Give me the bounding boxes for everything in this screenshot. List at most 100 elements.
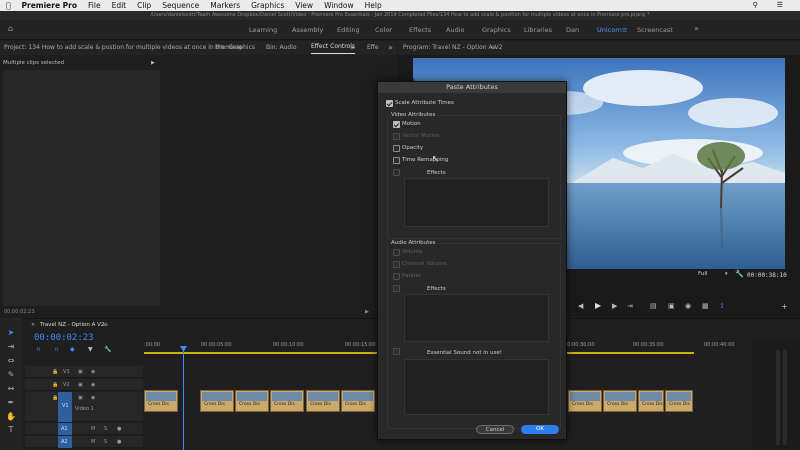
hand-icon[interactable]: ✋ bbox=[6, 412, 16, 422]
wrench-icon[interactable]: 🔧 bbox=[735, 270, 744, 278]
list-icon[interactable]: ☰ bbox=[777, 1, 783, 9]
motion-checkbox[interactable] bbox=[393, 121, 400, 128]
track-select-icon[interactable]: ⇥ bbox=[6, 342, 16, 352]
nest-icon[interactable]: ∩ bbox=[36, 346, 40, 353]
menu-window[interactable]: Window bbox=[324, 1, 354, 10]
lock-icon[interactable]: 🔒 bbox=[52, 382, 58, 388]
track-label-v1[interactable]: V1 bbox=[62, 403, 69, 409]
zoom-select[interactable]: Full bbox=[698, 271, 707, 277]
type-tool-icon[interactable]: T bbox=[6, 425, 16, 435]
audio-effects-list[interactable] bbox=[404, 294, 549, 342]
snap-icon[interactable]: ∩ bbox=[54, 346, 58, 353]
solo-button[interactable]: S bbox=[104, 439, 107, 445]
tab-project[interactable]: Project: 134 How to add scale & postion … bbox=[4, 41, 242, 55]
compare-icon[interactable]: ▦ bbox=[702, 302, 709, 310]
menu-markers[interactable]: Markers bbox=[210, 1, 240, 10]
panel-menu-icon[interactable]: ≡ bbox=[350, 41, 355, 55]
ec-nav-icon[interactable]: ▶ bbox=[365, 309, 369, 315]
home-icon[interactable]: ⌂ bbox=[8, 24, 13, 33]
sequence-menu-icon[interactable]: ≡ bbox=[103, 321, 108, 328]
lift-icon[interactable]: ▤ bbox=[650, 302, 657, 310]
effect-controls-timecode[interactable]: 00:00:02:23 bbox=[4, 309, 35, 315]
workspace-graphics[interactable]: Graphics bbox=[482, 26, 511, 34]
sequence-tab[interactable]: Travel NZ - Option A V2 bbox=[40, 322, 104, 328]
essential-sound-list[interactable] bbox=[404, 359, 549, 415]
tab-bin-audio[interactable]: Bin: Audio bbox=[266, 41, 297, 55]
lock-icon[interactable]: 🔒 bbox=[52, 395, 58, 401]
workspace-unicorn[interactable]: Unicorn bbox=[597, 26, 622, 34]
search-icon[interactable]: ⚲ bbox=[753, 1, 758, 9]
mic-icon[interactable]: ● bbox=[117, 426, 121, 432]
menu-sequence[interactable]: Sequence bbox=[162, 1, 199, 10]
go-to-out-icon[interactable]: ⇥ bbox=[627, 302, 633, 310]
menu-graphics[interactable]: Graphics bbox=[251, 1, 284, 10]
add-button-icon[interactable]: + bbox=[781, 302, 788, 311]
add-marker-icon[interactable]: ▼ bbox=[88, 346, 93, 353]
workspace-screencast[interactable]: Screencast bbox=[637, 26, 673, 34]
workspace-effects[interactable]: Effects bbox=[409, 26, 431, 34]
time-remapping-checkbox[interactable] bbox=[393, 157, 400, 164]
apple-icon[interactable]:  bbox=[6, 1, 11, 10]
track-label-v3[interactable]: V3 bbox=[63, 369, 70, 375]
mute-button[interactable]: M bbox=[91, 439, 95, 445]
export-frame-icon[interactable]: ⇧ bbox=[719, 302, 725, 310]
ripple-edit-icon[interactable]: ⇔ bbox=[6, 356, 16, 366]
expand-arrow-icon[interactable]: ▶ bbox=[151, 60, 155, 66]
workspace-color[interactable]: Color bbox=[375, 26, 392, 34]
eye-icon[interactable]: ◉ bbox=[91, 382, 95, 388]
workspace-editing[interactable]: Editing bbox=[337, 26, 360, 34]
playhead[interactable] bbox=[183, 346, 184, 450]
workspace-learning[interactable]: Learning bbox=[249, 26, 277, 34]
sync-icon[interactable]: ▣ bbox=[78, 369, 83, 375]
effect-controls-body[interactable] bbox=[3, 70, 160, 306]
tab-program[interactable]: Program: Travel NZ - Option A V2 bbox=[403, 41, 502, 55]
eye-icon[interactable]: ◉ bbox=[91, 395, 95, 401]
program-menu-icon[interactable]: ≡ bbox=[491, 41, 496, 55]
solo-button[interactable]: S bbox=[104, 426, 107, 432]
tab-effects[interactable]: Effe bbox=[367, 41, 379, 55]
menu-file[interactable]: File bbox=[88, 1, 101, 10]
track-label-a1[interactable]: A1 bbox=[61, 426, 68, 432]
play-icon[interactable]: ▶ bbox=[595, 301, 601, 310]
eye-icon[interactable]: ◉ bbox=[91, 369, 95, 375]
more-panels-icon[interactable]: » bbox=[388, 41, 393, 55]
tab-bin-graphics[interactable]: Bin: Graphics bbox=[215, 41, 255, 55]
pen-icon[interactable]: ✒ bbox=[6, 398, 16, 408]
workspace-dan[interactable]: Dan bbox=[566, 26, 579, 34]
slip-icon[interactable]: ↔ bbox=[6, 384, 16, 394]
close-sequence-icon[interactable]: ✕ bbox=[31, 322, 35, 328]
cancel-button[interactable]: Cancel bbox=[476, 425, 514, 434]
mute-button[interactable]: M bbox=[91, 426, 95, 432]
sync-icon[interactable]: ▣ bbox=[78, 382, 83, 388]
scale-attribute-times-checkbox[interactable] bbox=[386, 100, 393, 107]
menu-edit[interactable]: Edit bbox=[112, 1, 127, 10]
workspace-assembly[interactable]: Assembly bbox=[292, 26, 323, 34]
step-back-icon[interactable]: ◀ bbox=[578, 302, 583, 310]
selection-tool-icon[interactable]: ➤ bbox=[6, 328, 16, 338]
workspace-libraries[interactable]: Libraries bbox=[524, 26, 552, 34]
mic-icon[interactable]: ● bbox=[117, 439, 121, 445]
timeline-timecode[interactable]: 00:00:02:23 bbox=[34, 333, 94, 343]
video-effects-list[interactable] bbox=[404, 178, 549, 227]
linked-selection-icon[interactable]: ◆ bbox=[70, 346, 75, 353]
sync-icon[interactable]: ▣ bbox=[78, 395, 83, 401]
ok-button[interactable]: OK bbox=[521, 425, 559, 434]
tab-effect-controls[interactable]: Effect Controls bbox=[311, 41, 355, 54]
track-label-a2[interactable]: A2 bbox=[61, 439, 68, 445]
camera-icon[interactable]: ◉ bbox=[685, 302, 691, 310]
timeline-settings-icon[interactable]: 🔧 bbox=[104, 346, 111, 353]
menu-clip[interactable]: Clip bbox=[137, 1, 151, 10]
extract-icon[interactable]: ▣ bbox=[668, 302, 675, 310]
track-label-v2[interactable]: V2 bbox=[63, 382, 70, 388]
workspace-menu-icon[interactable]: ≡ bbox=[622, 26, 627, 34]
zoom-dropdown-icon[interactable]: ▾ bbox=[725, 271, 728, 277]
razor-icon[interactable]: ✎ bbox=[6, 370, 16, 380]
menu-help[interactable]: Help bbox=[365, 1, 382, 10]
app-menu[interactable]: Premiere Pro bbox=[22, 1, 78, 10]
menu-view[interactable]: View bbox=[295, 1, 313, 10]
lock-icon[interactable]: 🔒 bbox=[52, 369, 58, 375]
step-forward-icon[interactable]: ▶ bbox=[612, 302, 617, 310]
opacity-checkbox[interactable] bbox=[393, 145, 400, 152]
more-workspaces-icon[interactable]: » bbox=[694, 24, 699, 33]
workspace-audio[interactable]: Audio bbox=[446, 26, 464, 34]
